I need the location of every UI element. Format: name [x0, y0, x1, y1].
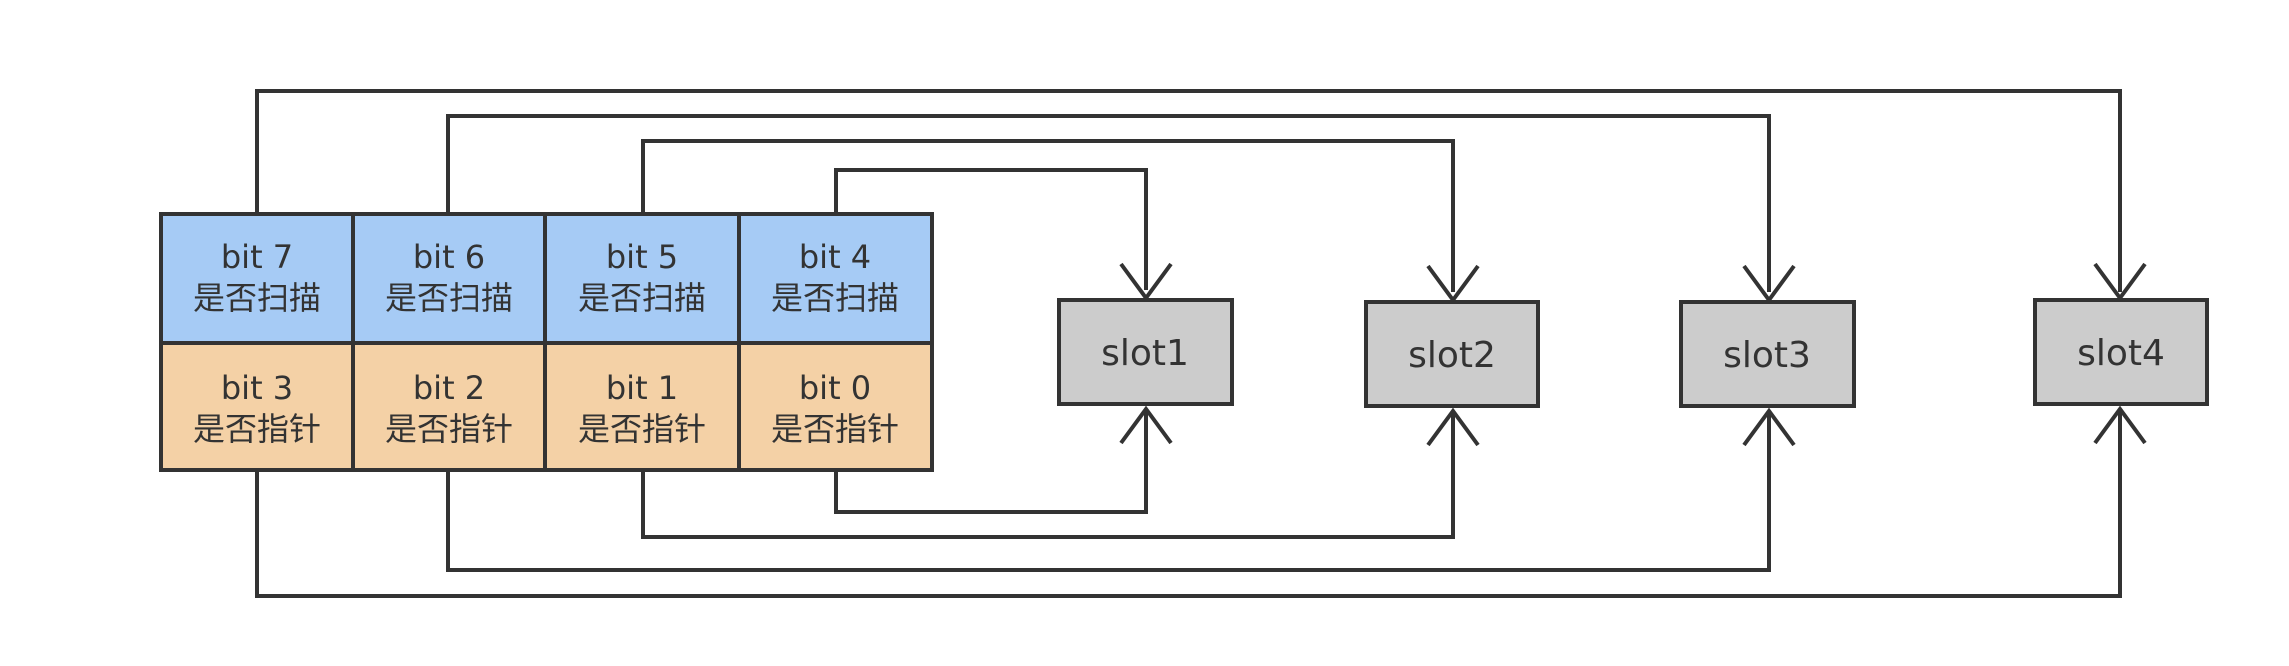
bit-cell-1: bit 1 是否指针: [543, 341, 741, 472]
bit-meaning: 是否指针: [578, 410, 706, 448]
bit-label: bit 6: [413, 238, 485, 276]
bit-label: bit 2: [413, 369, 485, 407]
bit-label: bit 3: [221, 369, 293, 407]
bit-cell-4: bit 4 是否扫描: [737, 212, 934, 345]
bit-label: bit 5: [606, 238, 678, 276]
bit-label: bit 0: [799, 369, 871, 407]
slot-box-2: slot2: [1364, 300, 1540, 408]
bit-meaning: 是否指针: [193, 410, 321, 448]
bit-meaning: 是否扫描: [193, 279, 321, 317]
slot-box-1: slot1: [1057, 298, 1234, 406]
bit-meaning: 是否扫描: [385, 279, 513, 317]
bit-meaning: 是否扫描: [578, 279, 706, 317]
slot-label: slot2: [1408, 335, 1496, 376]
slot-box-4: slot4: [2033, 298, 2209, 406]
bit-label: bit 7: [221, 238, 293, 276]
slot-label: slot4: [2077, 333, 2165, 374]
bitmap-slot-diagram: bit 7 是否扫描 bit 6 是否扫描 bit 5 是否扫描 bit 4 是…: [159, 89, 2209, 598]
slot-label: slot1: [1101, 333, 1189, 374]
bit-cell-6: bit 6 是否扫描: [351, 212, 547, 345]
bit-meaning: 是否扫描: [771, 279, 899, 317]
bit-cell-5: bit 5 是否扫描: [543, 212, 741, 345]
bit-label: bit 1: [606, 369, 678, 407]
bit-cell-0: bit 0 是否指针: [737, 341, 934, 472]
bit-meaning: 是否指针: [771, 410, 899, 448]
bit-cell-2: bit 2 是否指针: [351, 341, 547, 472]
bit-label: bit 4: [799, 238, 871, 276]
bit-meaning: 是否指针: [385, 410, 513, 448]
bit-cell-3: bit 3 是否指针: [159, 341, 355, 472]
slot-label: slot3: [1723, 335, 1811, 376]
slot-box-3: slot3: [1679, 300, 1856, 408]
bitfield-pointer-row: bit 3 是否指针 bit 2 是否指针 bit 1 是否指针 bit 0 是…: [159, 341, 934, 472]
bitfield-scan-row: bit 7 是否扫描 bit 6 是否扫描 bit 5 是否扫描 bit 4 是…: [159, 212, 934, 345]
bit-cell-7: bit 7 是否扫描: [159, 212, 355, 345]
